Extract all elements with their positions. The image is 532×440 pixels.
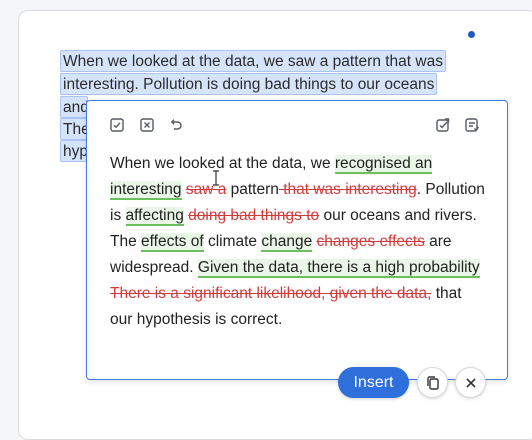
deleted-text: doing bad things to [188,207,320,224]
close-icon [465,377,476,388]
text-cursor-icon [213,170,219,186]
popup-toolbar [87,101,507,145]
document-list-icon[interactable] [464,117,480,133]
copy-button[interactable] [417,367,448,398]
added-text: interesting [110,181,182,200]
deleted-text: saw a [185,181,227,198]
close-box-icon[interactable] [139,117,155,133]
suggestion-text[interactable]: When we looked at the data, we recognise… [110,151,485,333]
status-dot [468,31,475,38]
unchanged-text: When we looked at the data, we [110,155,335,172]
deleted-text: changes effects [316,233,425,250]
added-text: change [261,233,313,252]
undo-icon[interactable] [168,117,184,133]
checkbox-icon[interactable] [109,117,125,133]
insert-button[interactable]: Insert [338,367,409,398]
unchanged-text: climate [203,233,262,250]
added-text: effects of [141,233,204,252]
source-line[interactable]: interesting. Pollution is doing bad thin… [60,73,438,95]
added-text: Given the data, there is a high probabil… [197,259,480,278]
added-text: affecting [125,207,184,226]
source-line[interactable]: hyp [60,140,88,162]
deleted-text: that was interesting [278,181,417,198]
accept-all-icon[interactable] [435,117,451,133]
unchanged-text: pattern [226,181,279,198]
close-button[interactable] [455,367,486,398]
rewrite-suggestion-popup: When we looked at the data, we recognise… [86,100,508,380]
copy-icon [426,375,439,390]
deleted-text: There is a significant likelihood, given… [110,285,432,302]
added-text: recognised an [334,155,433,174]
source-line[interactable]: The [60,118,88,140]
source-line[interactable]: When we looked at the data, we saw a pat… [60,50,446,72]
source-line[interactable]: and [60,96,88,118]
